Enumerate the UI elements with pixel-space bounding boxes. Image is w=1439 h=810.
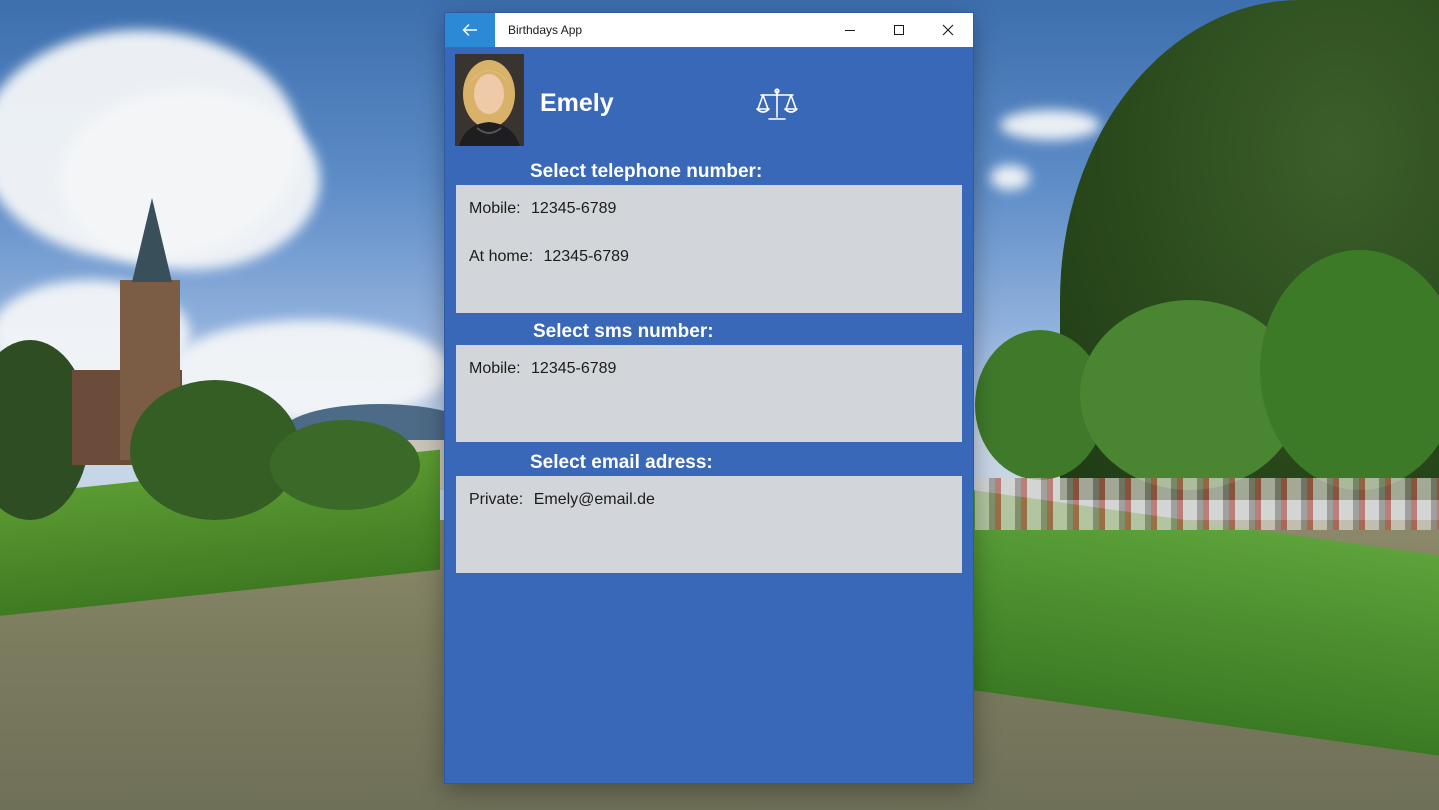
phone-label: Mobile:	[469, 200, 521, 217]
sms-label: Mobile:	[469, 360, 521, 377]
email-label: Private:	[469, 491, 524, 508]
email-value: Emely@email.de	[533, 491, 655, 508]
minimize-icon	[845, 30, 855, 31]
contact-photo	[455, 54, 524, 146]
list-item[interactable]: At home: 12345-6789	[469, 248, 629, 266]
cloud	[990, 165, 1030, 190]
list-item[interactable]: Mobile: 12345-6789	[469, 200, 616, 218]
maximize-button[interactable]	[876, 13, 922, 47]
church-spire	[132, 198, 172, 282]
phone-label: At home:	[469, 248, 534, 265]
sms-list[interactable]: Mobile: 12345-6789	[456, 345, 962, 442]
title-bar: Birthdays App	[445, 13, 973, 47]
phone-value: 12345-6789	[543, 248, 629, 265]
list-item[interactable]: Private: Emely@email.de	[469, 491, 655, 509]
email-list[interactable]: Private: Emely@email.de	[456, 476, 962, 573]
cloud	[1000, 110, 1100, 140]
back-button[interactable]	[445, 13, 495, 47]
market-stalls	[975, 478, 1439, 530]
telephone-heading: Select telephone number:	[530, 161, 763, 182]
app-window: Birthdays App Emely Select telephone num…	[445, 13, 973, 783]
list-item[interactable]: Mobile: 12345-6789	[469, 360, 616, 378]
window-title: Birthdays App	[508, 23, 583, 37]
maximize-icon	[894, 25, 904, 35]
arrow-left-icon	[462, 24, 477, 36]
compare-button[interactable]	[753, 85, 801, 125]
scales-icon	[756, 88, 798, 120]
email-heading: Select email adress:	[530, 452, 713, 473]
minimize-button[interactable]	[827, 13, 873, 47]
close-icon	[942, 24, 954, 36]
trees	[270, 420, 420, 510]
contact-name: Emely	[540, 89, 614, 117]
sms-value: 12345-6789	[531, 360, 617, 377]
telephone-list[interactable]: Mobile: 12345-6789 At home: 12345-6789	[456, 185, 962, 313]
close-button[interactable]	[925, 13, 971, 47]
phone-value: 12345-6789	[531, 200, 617, 217]
sms-heading: Select sms number:	[533, 321, 714, 342]
cloud	[60, 90, 320, 270]
